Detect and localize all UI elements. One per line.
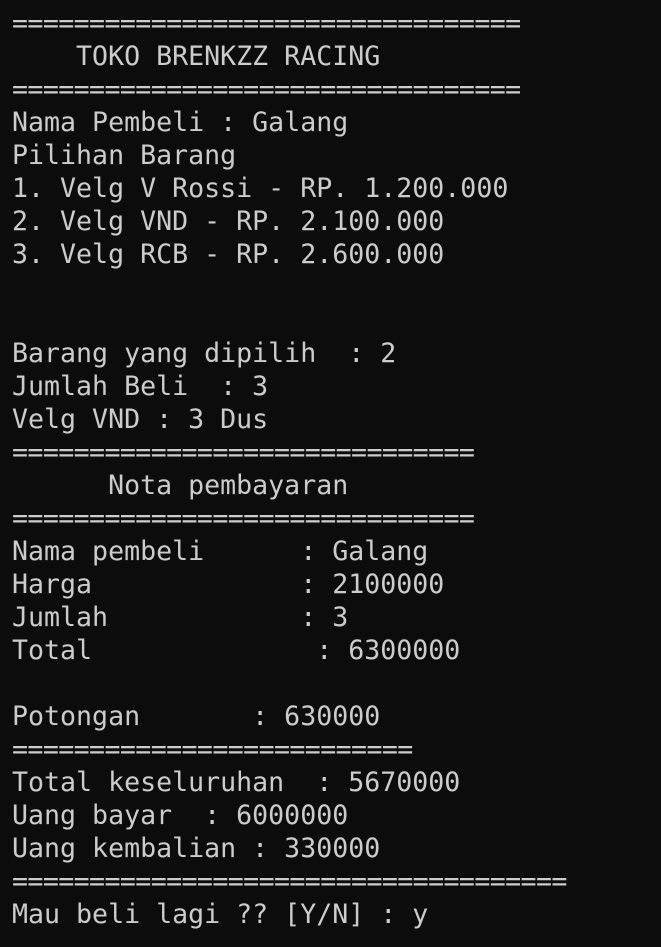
shop-title: TOKO BRENKZZ RACING — [12, 41, 381, 72]
separator-line: ============================== — [12, 503, 475, 534]
separator-line: ================================= — [12, 74, 521, 105]
separator-line: ================================= — [12, 8, 521, 39]
buy-again-prompt[interactable]: Mau beli lagi ?? [Y/N] : y — [12, 898, 661, 931]
separator-line: ========================== — [12, 734, 413, 765]
separator-line: ==================================== — [12, 866, 567, 897]
discount-line: Potongan : 630000 — [12, 701, 381, 732]
quantity-line: Jumlah Beli : 3 — [12, 371, 269, 402]
grand-total-line: Total keseluruhan : 5670000 — [12, 767, 461, 798]
receipt-total: Total : 6300000 — [12, 635, 461, 666]
payment-line: Uang bayar : 6000000 — [12, 800, 349, 831]
buyer-name-line: Nama Pembeli : Galang — [12, 107, 349, 138]
item-summary-line: Velg VND : 3 Dus — [12, 404, 269, 435]
item-options-heading: Pilihan Barang — [12, 140, 237, 171]
item-option-1: 1. Velg V Rossi - RP. 1.200.000 — [12, 173, 509, 204]
terminal-window[interactable]: ================================= TOKO B… — [0, 0, 661, 947]
receipt-title: Nota pembayaran — [12, 470, 349, 501]
separator-line: ============================== — [12, 437, 475, 468]
receipt-buyer-name: Nama pembeli : Galang — [12, 536, 429, 567]
selected-item-line: Barang yang dipilih : 2 — [12, 338, 397, 369]
item-option-2: 2. Velg VND - RP. 2.100.000 — [12, 206, 445, 237]
receipt-price: Harga : 2100000 — [12, 569, 445, 600]
change-line: Uang kembalian : 330000 — [12, 833, 381, 864]
receipt-quantity: Jumlah : 3 — [12, 602, 349, 633]
item-option-3: 3. Velg RCB - RP. 2.600.000 — [12, 239, 445, 270]
